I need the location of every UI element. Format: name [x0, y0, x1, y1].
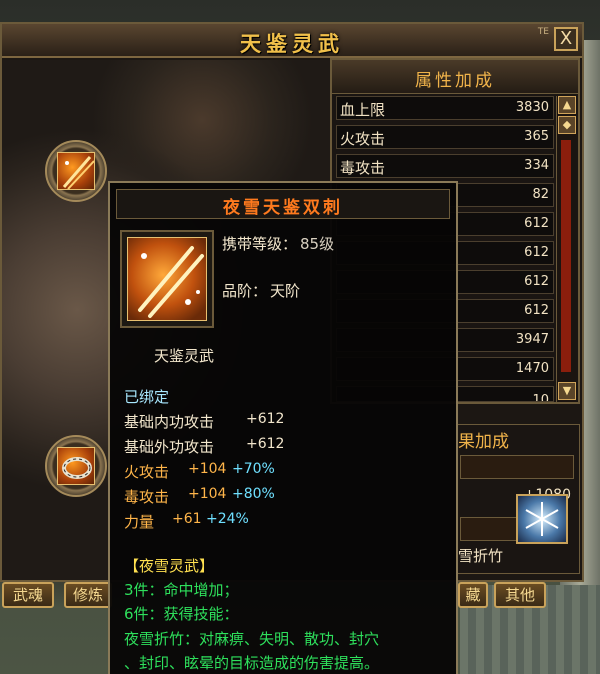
- scroll-top-button[interactable]: ◆: [558, 116, 576, 134]
- attribute-panel-title: 属性加成: [332, 60, 578, 94]
- scroll-thumb[interactable]: [561, 140, 571, 372]
- set-line: 6件：获得技能：: [124, 605, 239, 623]
- attribute-value: 3947: [515, 332, 549, 347]
- stat-name: 毒攻击: [124, 488, 170, 506]
- item-title-box: 夜雪天鉴双刺: [116, 189, 450, 219]
- attribute-row: 毒攻击 334: [336, 154, 554, 178]
- stat-bonus: +80%: [232, 486, 275, 502]
- stat-base: +104: [188, 486, 227, 502]
- attribute-row: 火攻击 365: [336, 125, 554, 149]
- item-name: 夜雪天鉴双刺: [223, 198, 343, 218]
- corner-mark: TE: [537, 27, 549, 37]
- accessory-slot[interactable]: [45, 435, 107, 497]
- set-effect-bar: [460, 455, 574, 479]
- attribute-scrollbar[interactable]: ▲ ◆ ▼: [556, 96, 576, 402]
- stat-bonus: +24%: [206, 511, 249, 527]
- grade-label: 品阶：: [222, 282, 268, 300]
- scroll-down-button[interactable]: ▼: [558, 382, 576, 400]
- set-name: 【夜雪灵武】: [124, 557, 215, 575]
- carry-level-label: 携带等级：: [222, 235, 298, 253]
- stat-base: +612: [246, 436, 285, 452]
- twin-blades-icon: [127, 237, 207, 321]
- title-bar[interactable]: 天鉴灵武 TE X: [2, 24, 582, 58]
- tab-xiulian[interactable]: 修炼: [64, 582, 112, 608]
- weapon-slot[interactable]: [45, 140, 107, 202]
- attribute-value: 612: [524, 274, 549, 289]
- attribute-value: 334: [524, 158, 549, 173]
- grade-value: 天阶: [270, 282, 301, 300]
- attribute-value: 612: [524, 303, 549, 318]
- attribute-name: 火攻击: [340, 130, 386, 148]
- stat-base: +104: [188, 461, 227, 477]
- stat-name: 火攻击: [124, 463, 170, 481]
- stat-name: 基础外功攻击: [124, 438, 215, 456]
- window-title: 天鉴灵武: [240, 32, 344, 56]
- attribute-value: 612: [524, 216, 549, 231]
- set-effect-title: 果加成: [458, 432, 509, 452]
- carry-level-value: 85级: [300, 235, 335, 253]
- item-icon-frame: [120, 230, 214, 328]
- stat-base: +61: [172, 511, 202, 527]
- item-tooltip: 夜雪天鉴双刺 携带等级： 85级 品阶： 天阶 天鉴灵武 已绑定 基础内功攻击 …: [108, 181, 458, 674]
- stat-base: +612: [246, 411, 285, 427]
- bracelet-icon: [57, 447, 95, 485]
- attribute-value: 365: [524, 129, 549, 144]
- tab-qita[interactable]: 其他: [494, 582, 546, 608]
- attribute-value: 1470: [515, 361, 549, 376]
- stat-bonus: +70%: [232, 461, 275, 477]
- close-button[interactable]: X: [554, 27, 578, 51]
- skill-name: 雪折竹: [458, 547, 504, 565]
- attribute-value: 612: [524, 245, 549, 260]
- bound-status: 已绑定: [124, 388, 170, 406]
- set-line: 、封印、眩晕的目标造成的伤害提高。: [124, 654, 380, 672]
- attribute-value: 10: [532, 393, 549, 402]
- attribute-value: 82: [532, 187, 549, 202]
- tab-cang[interactable]: 藏: [458, 582, 488, 608]
- stat-name: 基础内功攻击: [124, 413, 215, 431]
- skill-bar: [460, 517, 518, 541]
- set-line: 夜雪折竹：对麻痹、失明、散功、封穴: [124, 630, 380, 648]
- scroll-up-button[interactable]: ▲: [558, 96, 576, 114]
- attribute-name: 毒攻击: [340, 159, 386, 177]
- tab-wuhun[interactable]: 武魂: [2, 582, 54, 608]
- item-category: 天鉴灵武: [154, 347, 215, 365]
- twin-blades-icon: [57, 152, 95, 190]
- set-line: 3件：命中增加；: [124, 581, 239, 599]
- attribute-row: 血上限 3830: [336, 96, 554, 120]
- attribute-name: 血上限: [340, 101, 386, 119]
- attribute-value: 3830: [515, 100, 549, 115]
- stat-name: 力量: [124, 513, 155, 531]
- skill-snow-icon[interactable]: [516, 494, 568, 544]
